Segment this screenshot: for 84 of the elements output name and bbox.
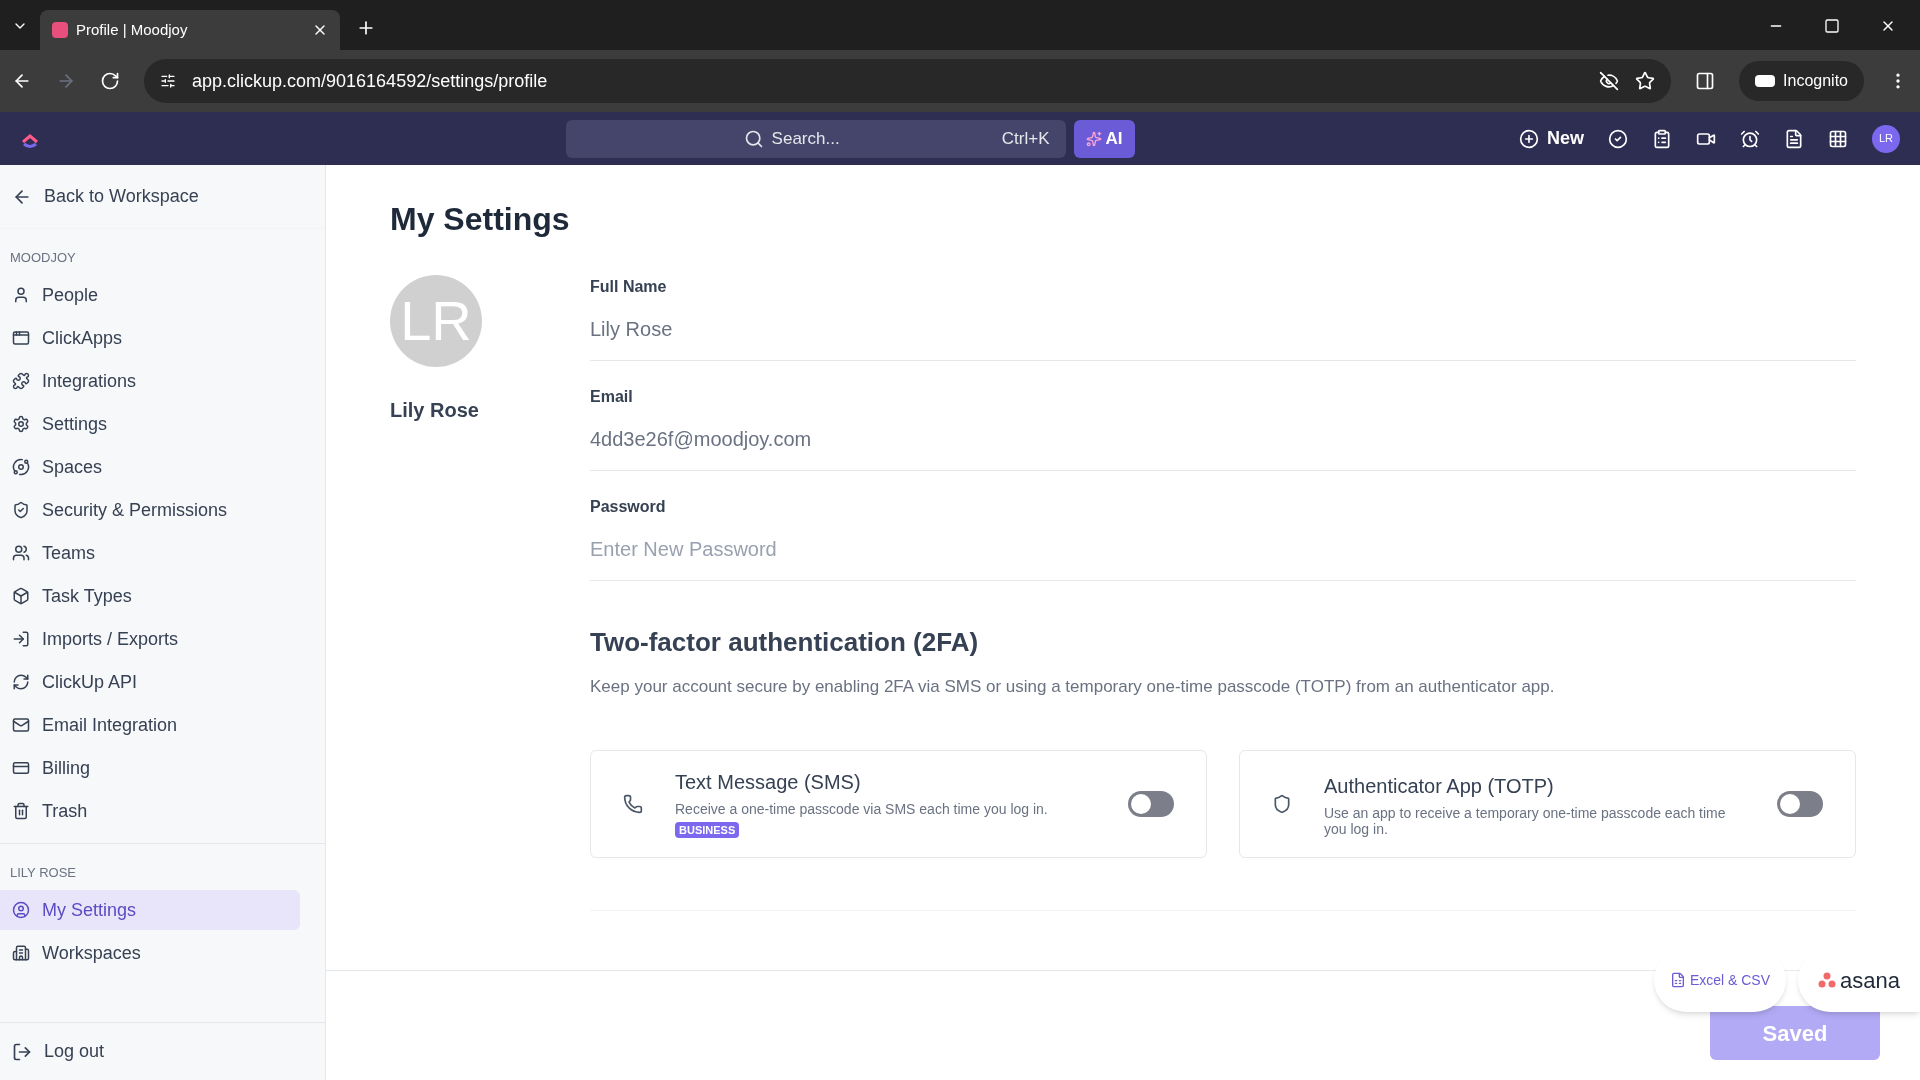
sidebar-item[interactable]: My Settings — [0, 890, 300, 930]
toggle-switch[interactable] — [1128, 790, 1174, 817]
sidebar-item[interactable]: Spaces — [0, 447, 300, 487]
field-label: Password — [590, 497, 667, 517]
excel-button[interactable]: Excel & CSV — [1653, 948, 1787, 1012]
mail-icon — [12, 716, 30, 734]
sidebar-item[interactable]: Workspaces — [0, 933, 300, 973]
person-icon — [12, 286, 30, 304]
search-field[interactable]: Search... Ctrl+K — [565, 119, 1066, 158]
app-icon — [12, 329, 30, 347]
sidebar-item[interactable]: Teams — [0, 533, 300, 573]
phone-icon — [623, 793, 643, 814]
plan-badge: BUSINESS — [675, 821, 740, 838]
shield-icon — [1272, 793, 1292, 814]
building-icon — [12, 944, 30, 962]
card-icon — [12, 759, 30, 777]
tab-title: Profile | Moodjoy — [76, 19, 189, 40]
url-text: app.clickup.com/9016164592/settings/profile — [192, 69, 549, 93]
text-field[interactable]: Enter New Password — [590, 519, 1856, 581]
sidebar-item[interactable]: Email Integration — [0, 705, 300, 745]
profile-name: Lily Rose — [390, 398, 480, 423]
sidebar-item[interactable]: Task Types — [0, 576, 300, 616]
spreadsheet-icon — [1669, 972, 1686, 988]
star-icon[interactable] — [1635, 71, 1656, 91]
section-description: Keep your account secure by enabling 2FA via SMS or using a temporary one-time passcode (TOTP) from an authenticator app. — [590, 676, 1556, 698]
alarm-icon[interactable] — [1740, 128, 1760, 149]
logout-icon — [12, 1041, 32, 1062]
maximize-icon[interactable] — [1824, 18, 1840, 34]
section-heading: MOODJOY — [9, 249, 77, 268]
text-field[interactable]: Lily Rose — [590, 299, 1856, 361]
shortcut-hint: Ctrl+K — [1001, 127, 1050, 150]
sidebar-item[interactable]: Billing — [0, 748, 300, 788]
people-icon — [12, 544, 30, 562]
sidebar-item[interactable]: Trash — [0, 791, 300, 831]
page-title: My Settings — [390, 200, 571, 239]
site-settings-icon[interactable] — [160, 73, 176, 89]
shield-icon — [12, 501, 30, 519]
dots-icon — [1818, 972, 1837, 988]
asana-button[interactable]: asana — [1798, 948, 1920, 1012]
cube-icon — [12, 587, 30, 605]
new-button[interactable]: New — [1519, 125, 1584, 152]
text-field[interactable]: 4dd3e26f@moodjoy.com — [590, 409, 1856, 471]
browser-tab[interactable]: Profile | Moodjoy — [40, 10, 340, 50]
settings-icon — [12, 415, 30, 433]
sidebar-item[interactable]: Security & Permissions — [0, 490, 300, 530]
ai-button[interactable]: AI — [1073, 119, 1135, 158]
sidebar-item[interactable]: Integrations — [0, 361, 300, 401]
plus-icon — [1519, 128, 1539, 149]
back-link[interactable]: Back to Workspace — [0, 165, 325, 229]
sparkle-icon — [1085, 130, 1102, 147]
section-title: Two-factor authentication (2FA) — [590, 626, 980, 659]
orbit-icon — [12, 458, 30, 476]
option-description: Receive a one-time passcode via SMS each time you log in. — [675, 800, 1049, 817]
sidebar-item[interactable]: Imports / Exports — [0, 619, 300, 659]
user-circle-icon — [12, 901, 30, 919]
address-bar[interactable]: app.clickup.com/9016164592/settings/profile — [144, 59, 1672, 103]
field-label: Email — [590, 387, 634, 407]
option-title: Text Message (SMS) — [675, 769, 862, 795]
eye-off-icon[interactable] — [1599, 71, 1620, 91]
document-icon[interactable] — [1784, 128, 1804, 149]
side-panel-icon[interactable] — [1695, 71, 1716, 91]
import-icon — [12, 630, 30, 648]
user-avatar[interactable]: LR — [1872, 124, 1900, 153]
search-placeholder: Search... — [771, 127, 840, 150]
section-heading: LILY ROSE — [9, 864, 77, 883]
reload-icon[interactable] — [100, 71, 120, 91]
sidebar-item[interactable]: ClickUp API — [0, 662, 300, 702]
option-description: Use an app to receive a temporary one-time passcode each time you log in. — [1324, 804, 1727, 837]
puzzle-icon — [12, 372, 30, 390]
field-label: Full Name — [590, 277, 668, 297]
favicon-icon — [52, 22, 68, 38]
check-icon[interactable] — [1608, 128, 1628, 149]
apps-icon[interactable] — [1828, 128, 1848, 149]
search-icon — [743, 128, 764, 149]
refresh-icon — [12, 673, 30, 691]
sidebar-item[interactable]: People — [0, 275, 300, 315]
sidebar-item[interactable]: ClickApps — [0, 318, 300, 358]
incognito-button[interactable]: Incognito — [1739, 61, 1864, 101]
trash-icon — [12, 802, 30, 820]
logout-link[interactable]: Log out — [0, 1022, 325, 1080]
sidebar-item[interactable]: Settings — [0, 404, 300, 444]
toggle-switch[interactable] — [1777, 790, 1823, 817]
clipboard-icon[interactable] — [1652, 128, 1672, 149]
option-title: Authenticator App (TOTP) — [1324, 773, 1555, 799]
